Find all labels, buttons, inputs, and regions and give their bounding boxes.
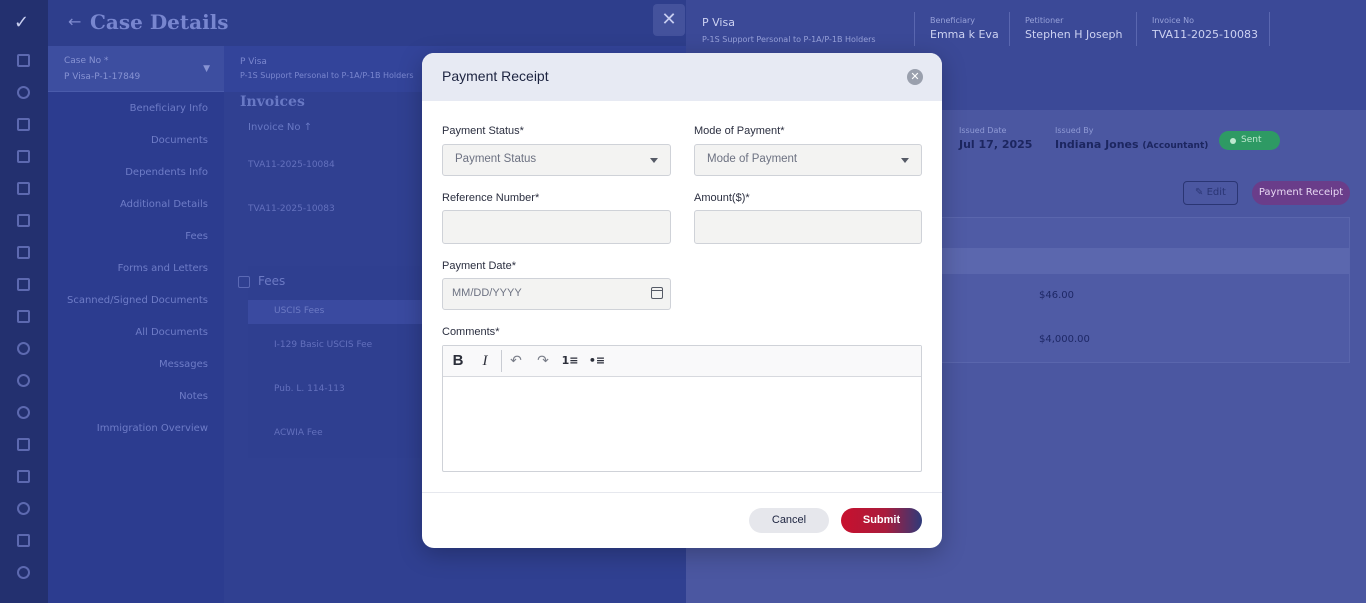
comments-textarea[interactable]	[443, 377, 921, 471]
reference-number-field[interactable]	[443, 211, 670, 243]
italic-icon[interactable]: I	[474, 350, 496, 372]
bullet-list-icon[interactable]: •≡	[586, 350, 608, 372]
cancel-button[interactable]: Cancel	[749, 508, 829, 533]
payment-date-label: Payment Date*	[442, 260, 516, 272]
comments-label: Comments*	[442, 326, 500, 338]
undo-icon[interactable]: ↶	[505, 350, 527, 372]
reference-number-input[interactable]	[442, 210, 671, 244]
redo-icon[interactable]: ↷	[532, 350, 554, 372]
chevron-down-icon	[901, 158, 909, 163]
payment-date-input[interactable]: MM/DD/YYYY	[442, 278, 671, 310]
submit-button[interactable]: Submit	[841, 508, 922, 533]
modal-footer-divider	[422, 492, 942, 493]
calendar-icon[interactable]	[651, 287, 663, 299]
reference-number-label: Reference Number*	[442, 192, 540, 204]
modal-header: Payment Receipt ✕	[422, 53, 942, 101]
payment-receipt-modal: Payment Receipt ✕ Payment Status* Paymen…	[422, 53, 942, 548]
modal-title: Payment Receipt	[442, 68, 549, 84]
comments-editor: B I ↶ ↷ 1≡ •≡	[442, 345, 922, 472]
bold-icon[interactable]: B	[447, 350, 469, 372]
mode-of-payment-label: Mode of Payment*	[694, 125, 785, 137]
payment-status-label: Payment Status*	[442, 125, 524, 137]
ordered-list-icon[interactable]: 1≡	[559, 350, 581, 372]
mode-of-payment-placeholder: Mode of Payment	[707, 153, 798, 165]
modal-overlay: Payment Receipt ✕ Payment Status* Paymen…	[0, 0, 1366, 603]
close-icon[interactable]: ✕	[907, 69, 923, 85]
amount-input[interactable]	[694, 210, 922, 244]
amount-label: Amount($)*	[694, 192, 750, 204]
editor-toolbar: B I ↶ ↷ 1≡ •≡	[443, 346, 921, 377]
chevron-down-icon	[650, 158, 658, 163]
mode-of-payment-select[interactable]: Mode of Payment	[694, 144, 922, 176]
amount-field[interactable]	[695, 211, 921, 243]
payment-date-placeholder: MM/DD/YYYY	[452, 287, 522, 299]
toolbar-divider	[501, 350, 502, 372]
payment-status-select[interactable]: Payment Status	[442, 144, 671, 176]
payment-status-placeholder: Payment Status	[455, 153, 537, 165]
